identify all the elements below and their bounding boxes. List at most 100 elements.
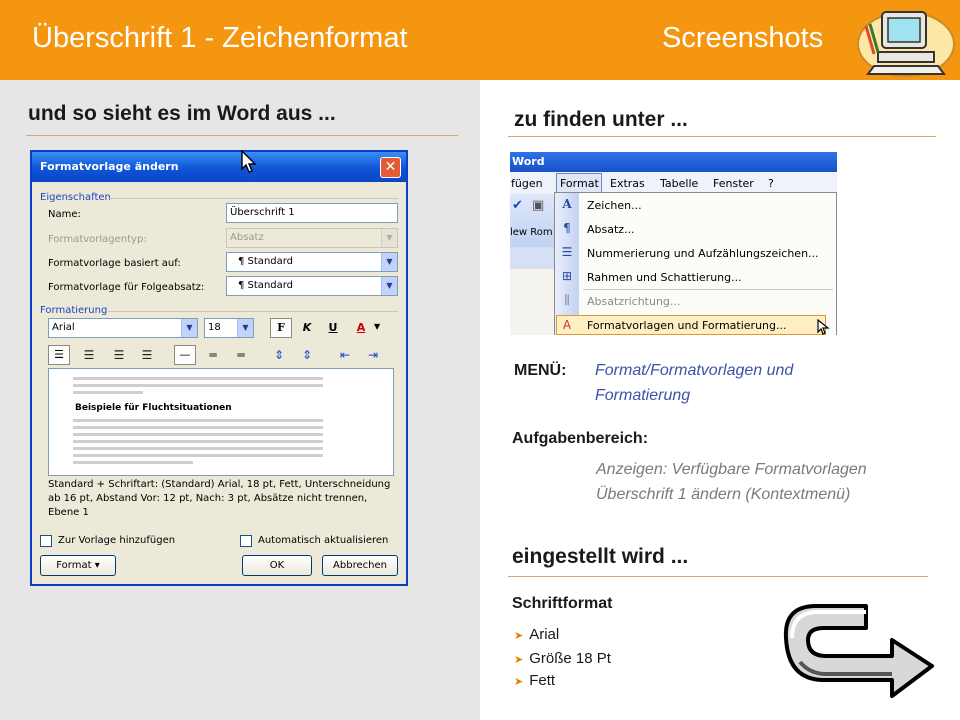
font-color-button[interactable]: A bbox=[350, 318, 372, 338]
preview-text-line bbox=[73, 433, 323, 436]
following-select[interactable]: ¶ Standard ▼ bbox=[226, 276, 398, 296]
word-titlebar bbox=[510, 152, 837, 172]
font-size-value: 18 bbox=[208, 322, 221, 333]
preview-text-line bbox=[73, 447, 323, 450]
based-on-value: ¶ Standard bbox=[238, 256, 294, 267]
bullet-font: Arial bbox=[529, 626, 560, 643]
menu-format[interactable]: Format bbox=[560, 177, 599, 190]
bullet-size: Größe 18 Pt bbox=[529, 650, 611, 667]
close-button[interactable]: ✕ bbox=[380, 157, 401, 178]
page-title: Überschrift 1 - Zeichenformat bbox=[32, 22, 408, 54]
menu-path-line-1: Format/Formatvorlagen und bbox=[595, 362, 794, 379]
find-heading: zu finden unter ... bbox=[514, 108, 688, 131]
menu-item-borders[interactable]: Rahmen und Schattierung... bbox=[587, 271, 742, 284]
mouse-pointer-icon bbox=[241, 150, 257, 173]
styles-icon: A bbox=[562, 318, 572, 332]
space-before-icon[interactable]: ⇕ bbox=[268, 346, 290, 364]
paragraph-icon: ¶ bbox=[563, 221, 571, 235]
ok-button[interactable]: OK bbox=[242, 555, 312, 576]
format-button[interactable]: Format ▾ bbox=[40, 555, 116, 576]
curved-arrow-icon bbox=[783, 604, 934, 698]
menu-label: MENÜ: bbox=[514, 362, 567, 379]
spacing-1-5-icon[interactable]: ═ bbox=[202, 346, 224, 364]
format-dropdown-menu: A Zeichen... ¶ Absatz... ☰ Nummerierung … bbox=[554, 192, 837, 335]
bullet-item: ➤ Arial bbox=[514, 626, 559, 643]
left-heading-rule bbox=[26, 135, 458, 136]
single-spacing-icon[interactable]: — bbox=[174, 345, 196, 365]
following-value: ¶ Standard bbox=[238, 280, 294, 291]
task-pane-line-1: Anzeigen: Verfügbare Formatvorlagen bbox=[596, 461, 867, 478]
increase-indent-icon[interactable]: ⇥ bbox=[362, 346, 384, 364]
style-type-label: Formatvorlagentyp: bbox=[48, 234, 147, 245]
toolbar-strip bbox=[510, 247, 554, 269]
menu-item-font[interactable]: Zeichen... bbox=[587, 199, 642, 212]
group-divider bbox=[108, 311, 398, 312]
chevron-down-icon[interactable]: ▼ bbox=[237, 319, 253, 337]
chevron-down-icon: ▼ bbox=[381, 229, 397, 247]
find-heading-rule bbox=[508, 136, 936, 137]
mouse-pointer-icon bbox=[817, 319, 830, 335]
preview-text-line bbox=[73, 377, 323, 380]
menu-insert[interactable]: fügen bbox=[511, 177, 543, 190]
style-preview: Beispiele für Fluchtsituationen bbox=[48, 368, 394, 476]
auto-update-label: Automatisch aktualisieren bbox=[258, 535, 389, 546]
computer-icon bbox=[857, 11, 955, 77]
font-select[interactable]: Arial ▼ bbox=[48, 318, 198, 338]
preview-text-line bbox=[73, 454, 323, 457]
bold-button[interactable]: F bbox=[270, 318, 292, 338]
cancel-button[interactable]: Abbrechen bbox=[322, 555, 398, 576]
menu-item-styles[interactable]: Formatvorlagen und Formatierung... bbox=[587, 319, 787, 332]
research-icon[interactable]: ▣ bbox=[532, 198, 544, 213]
group-divider bbox=[108, 198, 398, 199]
menu-path-line-2: Formatierung bbox=[595, 387, 691, 404]
preview-text-line bbox=[73, 426, 323, 429]
align-left-icon[interactable]: ☰ bbox=[48, 345, 70, 365]
menu-window[interactable]: Fenster bbox=[713, 177, 754, 190]
underline-button[interactable]: U bbox=[322, 318, 344, 338]
bullet-item: ➤ Fett bbox=[514, 672, 555, 689]
menu-item-bullets[interactable]: Nummerierung und Aufzählungszeichen... bbox=[587, 247, 819, 260]
word-format-menu-screenshot: Word fügen Format Extras Tabelle Fenster… bbox=[510, 152, 837, 335]
chevron-down-icon[interactable]: ▼ bbox=[381, 277, 397, 295]
set-heading-rule bbox=[508, 576, 928, 577]
menu-item-paragraph[interactable]: Absatz... bbox=[587, 223, 635, 236]
bullet-item: ➤ Größe 18 Pt bbox=[514, 650, 611, 667]
align-center-icon[interactable]: ☰ bbox=[78, 346, 100, 364]
bullets-icon: ☰ bbox=[561, 245, 573, 259]
chevron-down-icon[interactable]: ▼ bbox=[374, 322, 380, 331]
section-label: Screenshots bbox=[662, 22, 824, 54]
spellcheck-icon[interactable]: ✔ bbox=[512, 198, 523, 213]
format-style-dialog: Formatvorlage ändern ✕ Eigenschaften Nam… bbox=[30, 150, 408, 586]
left-heading: und so sieht es im Word aus ... bbox=[28, 102, 336, 125]
double-spacing-icon[interactable]: ═ bbox=[230, 346, 252, 364]
following-label: Formatvorlage für Folgeabsatz: bbox=[48, 282, 205, 293]
preview-heading: Beispiele für Fluchtsituationen bbox=[75, 403, 232, 413]
style-type-select: Absatz ▼ bbox=[226, 228, 398, 248]
based-on-select[interactable]: ¶ Standard ▼ bbox=[226, 252, 398, 272]
menu-help[interactable]: ? bbox=[768, 177, 774, 190]
font-format-label: Schriftformat bbox=[512, 595, 613, 612]
add-to-template-checkbox[interactable] bbox=[40, 535, 52, 547]
menu-extras[interactable]: Extras bbox=[610, 177, 645, 190]
align-right-icon[interactable]: ☰ bbox=[108, 346, 130, 364]
name-input[interactable]: Überschrift 1 bbox=[226, 203, 398, 223]
bullet-arrow-icon: ➤ bbox=[514, 630, 524, 642]
preview-text-line bbox=[73, 461, 193, 464]
justify-icon[interactable]: ☰ bbox=[136, 346, 158, 364]
font-size-select[interactable]: 18 ▼ bbox=[204, 318, 254, 338]
style-type-value: Absatz bbox=[230, 232, 264, 243]
chevron-down-icon[interactable]: ▼ bbox=[181, 319, 197, 337]
preview-text-line bbox=[73, 440, 323, 443]
decrease-indent-icon[interactable]: ⇤ bbox=[334, 346, 356, 364]
menu-table[interactable]: Tabelle bbox=[660, 177, 698, 190]
based-on-label: Formatvorlage basiert auf: bbox=[48, 258, 181, 269]
space-after-icon[interactable]: ⇕ bbox=[296, 346, 318, 364]
group-properties: Eigenschaften bbox=[40, 192, 111, 203]
bullet-arrow-icon: ➤ bbox=[514, 654, 524, 666]
auto-update-checkbox[interactable] bbox=[240, 535, 252, 547]
preview-text-line bbox=[73, 384, 323, 387]
menu-separator bbox=[583, 289, 833, 290]
chevron-down-icon[interactable]: ▼ bbox=[381, 253, 397, 271]
italic-button[interactable]: K bbox=[296, 318, 318, 338]
menu-icon-strip bbox=[555, 193, 579, 335]
